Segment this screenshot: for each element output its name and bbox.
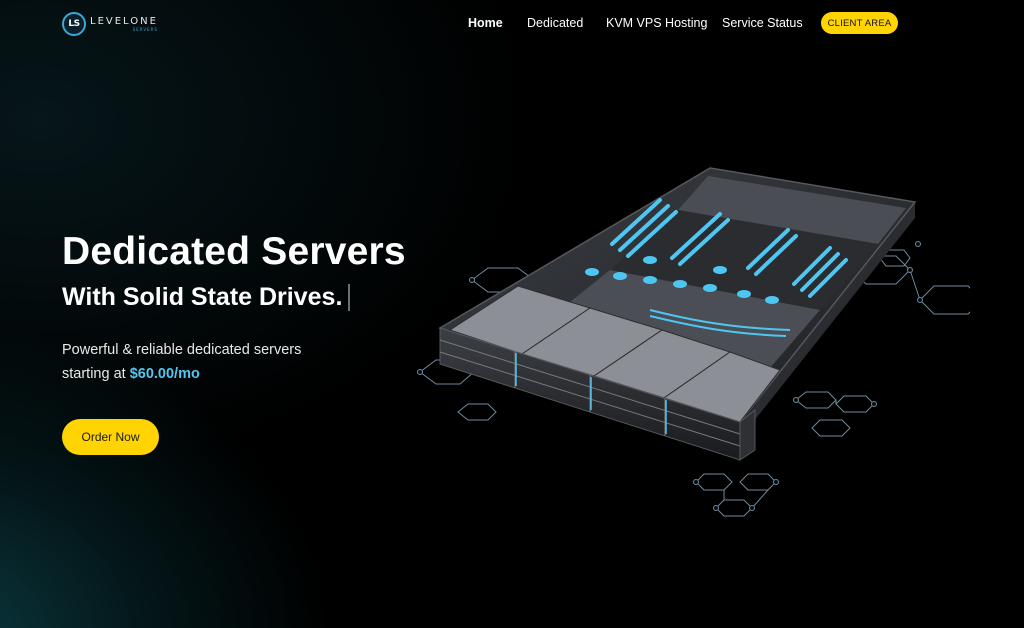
logo-text: LEVELONE SERVERS: [90, 15, 158, 32]
nav-dedicated[interactable]: Dedicated: [527, 16, 583, 30]
hero-description: Powerful & reliable dedicated servers st…: [62, 338, 301, 386]
order-now-button[interactable]: Order Now: [62, 419, 159, 455]
logo-icon: LS: [62, 12, 86, 36]
hero-subtitle: With Solid State Drives.: [62, 283, 343, 311]
desc-line-1: Powerful & reliable dedicated servers: [62, 342, 302, 358]
logo-name: LEVELONE: [90, 15, 158, 27]
server-rack-illustration: [417, 167, 970, 517]
nav-service-status[interactable]: Service Status: [722, 16, 803, 30]
desc-prefix: starting at: [62, 366, 130, 382]
logo-sub: SERVERS: [132, 26, 158, 32]
brand-logo[interactable]: LS LEVELONE SERVERS: [62, 11, 158, 37]
hero-subtitle-wrap: With Solid State Drives.: [62, 283, 351, 312]
nav-home[interactable]: Home: [468, 16, 503, 30]
nav-kvm-vps-hosting[interactable]: KVM VPS Hosting: [606, 16, 707, 30]
hero-title: Dedicated Servers: [62, 230, 406, 273]
typing-caret: [348, 284, 351, 311]
price-value: $60.00/mo: [129, 366, 200, 382]
client-area-button[interactable]: CLIENT AREA: [821, 12, 898, 34]
desc-line-2: starting at $60.00/mo: [62, 362, 301, 386]
site-header: LS LEVELONE SERVERS Home Dedicated KVM V…: [0, 0, 1024, 48]
